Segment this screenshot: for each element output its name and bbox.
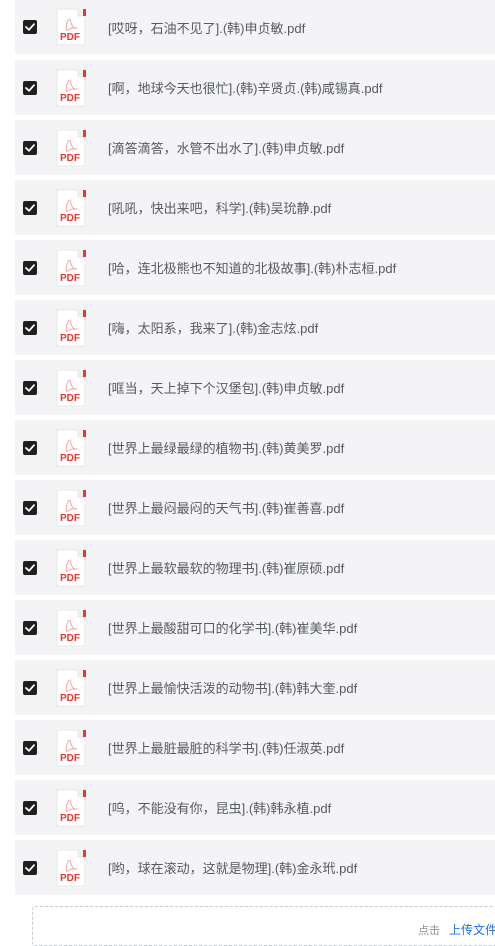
pdf-icon: PDF [55, 549, 87, 587]
pdf-icon-label: PDF [60, 393, 80, 404]
pdf-icon-label: PDF [60, 573, 80, 584]
file-checkbox[interactable] [23, 620, 37, 635]
file-checkbox[interactable] [23, 440, 37, 455]
file-list-item[interactable]: PDF [哈，连北极熊也不知道的北极故事].(韩)朴志桓.pdf [15, 240, 495, 295]
pdf-icon: PDF [55, 429, 87, 467]
pdf-icon: PDF [55, 609, 87, 647]
pdf-icon: PDF [55, 189, 87, 227]
pdf-icon-label: PDF [60, 813, 80, 824]
file-name: [哟，球在滚动，这就是物理].(韩)金永玳.pdf [108, 861, 358, 876]
file-name: [世界上最脏最脏的科学书].(韩)任淑英.pdf [108, 741, 345, 756]
pdf-icon-label: PDF [60, 633, 80, 644]
pdf-icon: PDF [55, 489, 87, 527]
file-name: [哈，连北极熊也不知道的北极故事].(韩)朴志桓.pdf [108, 261, 397, 276]
file-name: [世界上最软最软的物理书].(韩)崔原硕.pdf [108, 561, 345, 576]
file-list-item[interactable]: PDF [啊，地球今天也很忙].(韩)辛贤贞.(韩)咸锡真.pdf [15, 60, 495, 115]
upload-file-link[interactable]: 上传文件 [449, 921, 495, 938]
file-name: [嗨，太阳系，我来了].(韩)金志炫.pdf [108, 321, 319, 336]
file-list-item[interactable]: PDF [吼吼，快出来吧，科学].(韩)吴玧静.pdf [15, 180, 495, 235]
pdf-icon-label: PDF [60, 213, 80, 224]
file-list-item[interactable]: PDF [哟，球在滚动，这就是物理].(韩)金永玳.pdf [15, 840, 495, 895]
file-name: [世界上最酸甜可口的化学书].(韩)崔美华.pdf [108, 621, 358, 636]
file-checkbox[interactable] [23, 200, 37, 215]
file-name: [呜，不能没有你，昆虫].(韩)韩永植.pdf [108, 801, 332, 816]
file-list-item[interactable]: PDF [世界上最脏最脏的科学书].(韩)任淑英.pdf [15, 720, 495, 775]
file-list-item[interactable]: PDF [世界上最闷最闷的天气书].(韩)崔善喜.pdf [15, 480, 495, 535]
pdf-icon: PDF [55, 669, 87, 707]
pdf-icon: PDF [55, 249, 87, 287]
file-checkbox[interactable] [23, 680, 37, 695]
file-name: [世界上最愉快活泼的动物书].(韩)韩大奎.pdf [108, 681, 358, 696]
file-checkbox[interactable] [23, 800, 37, 815]
pdf-icon-label: PDF [60, 453, 80, 464]
pdf-icon-label: PDF [60, 513, 80, 524]
pdf-icon-label: PDF [60, 333, 80, 344]
file-list: PDF [哎呀，石油不见了].(韩)申贞敏.pdf PDF [啊，地球今天也很忙].(… [15, 0, 495, 900]
file-list-item[interactable]: PDF [世界上最绿最绿的植物书].(韩)黄美罗.pdf [15, 420, 495, 475]
pdf-icon: PDF [55, 849, 87, 887]
pdf-icon: PDF [55, 789, 87, 827]
file-name: [啊，地球今天也很忙].(韩)辛贤贞.(韩)咸锡真.pdf [108, 81, 383, 96]
file-name: [滴答滴答，水管不出水了].(韩)申贞敏.pdf [108, 141, 345, 156]
pdf-icon: PDF [55, 729, 87, 767]
upload-prefix-text: 点击 [418, 925, 440, 937]
file-checkbox[interactable] [23, 560, 37, 575]
file-name: [世界上最绿最绿的植物书].(韩)黄美罗.pdf [108, 441, 345, 456]
pdf-icon: PDF [55, 309, 87, 347]
file-list-item[interactable]: PDF [哎呀，石油不见了].(韩)申贞敏.pdf [15, 0, 495, 54]
file-checkbox[interactable] [23, 500, 37, 515]
file-list-item[interactable]: PDF [哐当，天上掉下个汉堡包].(韩)申贞敏.pdf [15, 360, 495, 415]
file-checkbox[interactable] [23, 320, 37, 335]
file-name: [哐当，天上掉下个汉堡包].(韩)申贞敏.pdf [108, 381, 345, 396]
pdf-icon-label: PDF [60, 32, 80, 43]
file-checkbox[interactable] [23, 740, 37, 755]
file-list-item[interactable]: PDF [嗨，太阳系，我来了].(韩)金志炫.pdf [15, 300, 495, 355]
file-checkbox[interactable] [23, 860, 37, 875]
file-name: [吼吼，快出来吧，科学].(韩)吴玧静.pdf [108, 201, 332, 216]
file-list-item[interactable]: PDF [世界上最酸甜可口的化学书].(韩)崔美华.pdf [15, 600, 495, 655]
pdf-icon-label: PDF [60, 153, 80, 164]
file-checkbox[interactable] [23, 20, 37, 34]
pdf-icon: PDF [55, 129, 87, 167]
upload-dropzone[interactable]: 点击 上传文件 [32, 906, 495, 946]
pdf-icon: PDF [55, 8, 87, 46]
pdf-icon-label: PDF [60, 93, 80, 104]
file-checkbox[interactable] [23, 140, 37, 155]
file-list-item[interactable]: PDF [滴答滴答，水管不出水了].(韩)申贞敏.pdf [15, 120, 495, 175]
pdf-icon: PDF [55, 69, 87, 107]
file-checkbox[interactable] [23, 380, 37, 395]
file-list-item[interactable]: PDF [世界上最软最软的物理书].(韩)崔原硕.pdf [15, 540, 495, 595]
file-checkbox[interactable] [23, 260, 37, 275]
file-checkbox[interactable] [23, 80, 37, 95]
file-list-item[interactable]: PDF [呜，不能没有你，昆虫].(韩)韩永植.pdf [15, 780, 495, 835]
file-name: [哎呀，石油不见了].(韩)申贞敏.pdf [108, 20, 306, 36]
pdf-icon-label: PDF [60, 873, 80, 884]
file-list-item[interactable]: PDF [世界上最愉快活泼的动物书].(韩)韩大奎.pdf [15, 660, 495, 715]
pdf-icon-label: PDF [60, 693, 80, 704]
file-name: [世界上最闷最闷的天气书].(韩)崔善喜.pdf [108, 501, 345, 516]
pdf-icon-label: PDF [60, 273, 80, 284]
pdf-icon-label: PDF [60, 753, 80, 764]
pdf-icon: PDF [55, 369, 87, 407]
